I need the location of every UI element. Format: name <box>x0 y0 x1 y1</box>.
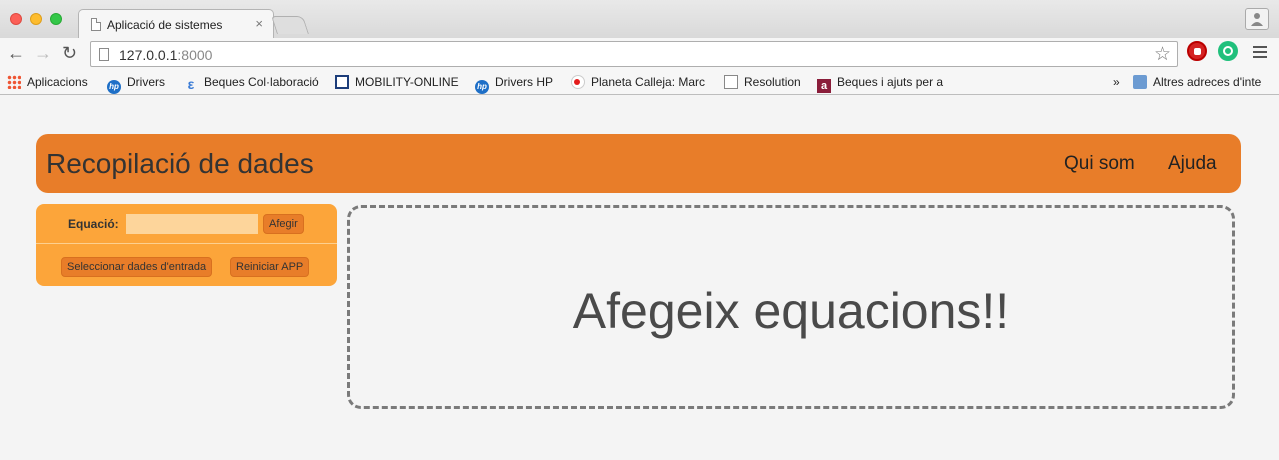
forward-arrow-icon[interactable]: → <box>34 44 52 62</box>
tab-title: Aplicació de sistemes <box>107 18 223 32</box>
app-header: Recopilació de dades Qui som Ajuda <box>36 134 1241 193</box>
empty-state-message: Afegeix equacions!! <box>572 283 1010 339</box>
minimize-window-button[interactable] <box>30 13 42 25</box>
reload-icon[interactable]: ↻ <box>62 44 77 62</box>
bookmark-mobility-online[interactable]: MOBILITY-ONLINE <box>335 75 459 89</box>
green-extension-icon[interactable] <box>1218 41 1238 61</box>
profile-button[interactable] <box>1245 8 1269 30</box>
address-bar[interactable]: 127.0.0.1:8000 ☆ <box>90 41 1178 67</box>
nav-link-ajuda[interactable]: Ajuda <box>1168 153 1217 175</box>
document-icon <box>724 75 738 89</box>
new-tab-button[interactable] <box>271 16 309 34</box>
add-equation-button[interactable]: Afegir <box>263 214 304 234</box>
equation-panel: Equació: Afegir Seleccionar dades d'entr… <box>36 204 337 286</box>
url-text[interactable]: 127.0.0.1:8000 <box>119 47 212 63</box>
bookmark-drivers[interactable]: hp Drivers <box>107 75 165 94</box>
hp-icon: hp <box>107 80 121 94</box>
bookmark-beques-collaboracio[interactable]: ε Beques Col·laboració <box>184 75 319 91</box>
bookmark-folder-altres[interactable]: Altres adreces d'inte <box>1133 75 1261 89</box>
browser-tab-active[interactable]: Aplicació de sistemes × <box>78 9 274 39</box>
planet-icon <box>571 75 585 89</box>
back-arrow-icon[interactable]: ← <box>7 44 25 62</box>
app-title: Recopilació de dades <box>46 148 314 179</box>
menu-icon[interactable] <box>1253 46 1267 58</box>
nav-link-qui-som[interactable]: Qui som <box>1064 153 1135 175</box>
reset-app-button[interactable]: Reiniciar APP <box>230 257 310 277</box>
select-input-data-button[interactable]: Seleccionar dades d'entrada <box>61 257 213 277</box>
bookmark-resolution[interactable]: Resolution <box>724 75 801 89</box>
browser-toolbar: ← → ↻ 127.0.0.1:8000 ☆ <box>0 38 1279 70</box>
hp-icon: hp <box>475 80 489 94</box>
person-icon <box>1251 13 1263 26</box>
page-icon <box>99 48 109 61</box>
close-window-button[interactable] <box>10 13 22 25</box>
equations-area: Afegeix equacions!! <box>347 205 1235 409</box>
folder-icon <box>1133 75 1147 89</box>
equation-label: Equació: <box>68 217 119 231</box>
bookmark-drivers-hp[interactable]: hp Drivers HP <box>475 75 553 94</box>
bookmark-star-icon[interactable]: ☆ <box>1154 43 1171 66</box>
bookmarks-overflow-chevron[interactable]: » <box>1113 75 1120 89</box>
bookmark-planeta-calleja[interactable]: Planeta Calleja: Marc <box>571 75 705 89</box>
close-tab-icon[interactable]: × <box>255 16 263 31</box>
equation-form-row: Equació: Afegir <box>36 204 337 244</box>
maximize-window-button[interactable] <box>50 13 62 25</box>
adblock-extension-icon[interactable] <box>1187 41 1207 61</box>
bookmarks-bar: Aplicacions hp Drivers ε Beques Col·labora… <box>0 70 1279 95</box>
bookmark-aplicacions[interactable]: Aplicacions <box>7 75 88 89</box>
bookmark-beques-ajuts[interactable]: a Beques i ajuts per a <box>817 75 943 93</box>
mobility-icon <box>335 75 349 89</box>
a-logo-icon: a <box>817 79 831 93</box>
equation-input[interactable] <box>126 214 258 234</box>
browser-titlebar: Aplicació de sistemes × <box>0 0 1279 39</box>
apps-grid-icon <box>7 75 21 89</box>
page-icon <box>91 18 101 31</box>
e-logo-icon: ε <box>187 76 195 92</box>
